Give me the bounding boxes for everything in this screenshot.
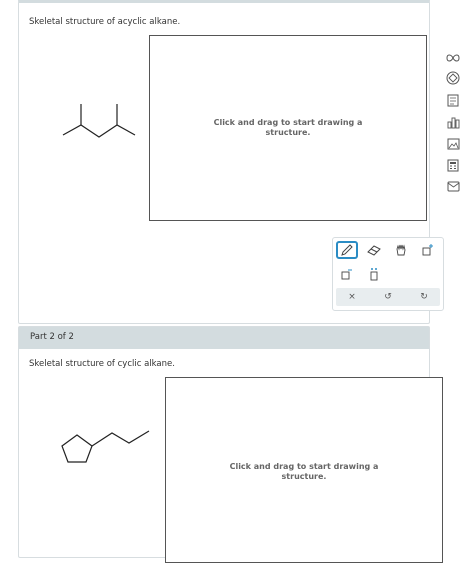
part2-drawing-canvas[interactable]: Click and drag to start drawing a struct… (165, 377, 443, 563)
bar-chart-button[interactable] (444, 114, 462, 130)
add-charge-minus-icon (341, 269, 352, 280)
eraser-icon (367, 245, 381, 256)
add-positive-charge-button[interactable] (417, 241, 439, 259)
part2-header: Part 2 of 2 (19, 327, 429, 349)
eraser-tool-button[interactable] (363, 241, 385, 259)
image-button[interactable] (444, 136, 462, 152)
add-negative-charge-button[interactable] (336, 265, 358, 283)
part1-canvas-hint: Click and drag to start drawing a struct… (213, 118, 363, 137)
bar-chart-icon (447, 117, 459, 128)
redo-icon: ↻ (420, 292, 428, 302)
redo-button[interactable]: ↻ (412, 288, 436, 306)
cyclic-alkane-structure (61, 430, 150, 463)
infinity-icon (446, 54, 460, 62)
clear-button[interactable]: × (340, 288, 364, 306)
infinity-button[interactable] (444, 50, 462, 66)
mail-button[interactable] (444, 178, 462, 194)
calculator-icon (447, 159, 459, 171)
part1-drawing-canvas[interactable]: Click and drag to start drawing a struct… (149, 35, 427, 221)
part2-prompt: Skeletal structure of cyclic alkane. (29, 359, 175, 369)
diamond-icon (446, 71, 460, 85)
acyclic-alkane-structure (62, 104, 136, 138)
part2-card: Part 2 of 2 Skeletal structure of cyclic… (18, 326, 443, 563)
image-icon (447, 138, 459, 150)
hand-icon (396, 244, 406, 256)
action-bar: × ↺ ↻ (336, 288, 440, 306)
mail-icon (447, 181, 459, 191)
undo-icon: ↺ (384, 292, 392, 302)
diamond-button[interactable] (444, 70, 462, 86)
part2-header-label: Part 2 of 2 (30, 332, 74, 342)
lone-pair-icon (370, 268, 378, 281)
undo-button[interactable]: ↺ (376, 288, 400, 306)
lone-pair-button[interactable] (363, 265, 385, 283)
part1-card: Skeletal structure of acyclic alkane. Cl… (18, 0, 444, 324)
notes-button[interactable] (444, 92, 462, 108)
calculator-button[interactable] (444, 157, 462, 173)
drawing-toolbar: × ↺ ↻ (332, 237, 444, 311)
pencil-icon (341, 244, 353, 256)
hand-tool-button[interactable] (390, 241, 412, 259)
add-charge-plus-icon (422, 244, 433, 256)
pencil-tool-button[interactable] (336, 241, 358, 259)
part2-canvas-hint: Click and drag to start drawing a struct… (229, 462, 379, 481)
part1-prompt: Skeletal structure of acyclic alkane. (29, 17, 181, 27)
notes-icon (447, 94, 459, 106)
clear-icon: × (348, 292, 356, 302)
